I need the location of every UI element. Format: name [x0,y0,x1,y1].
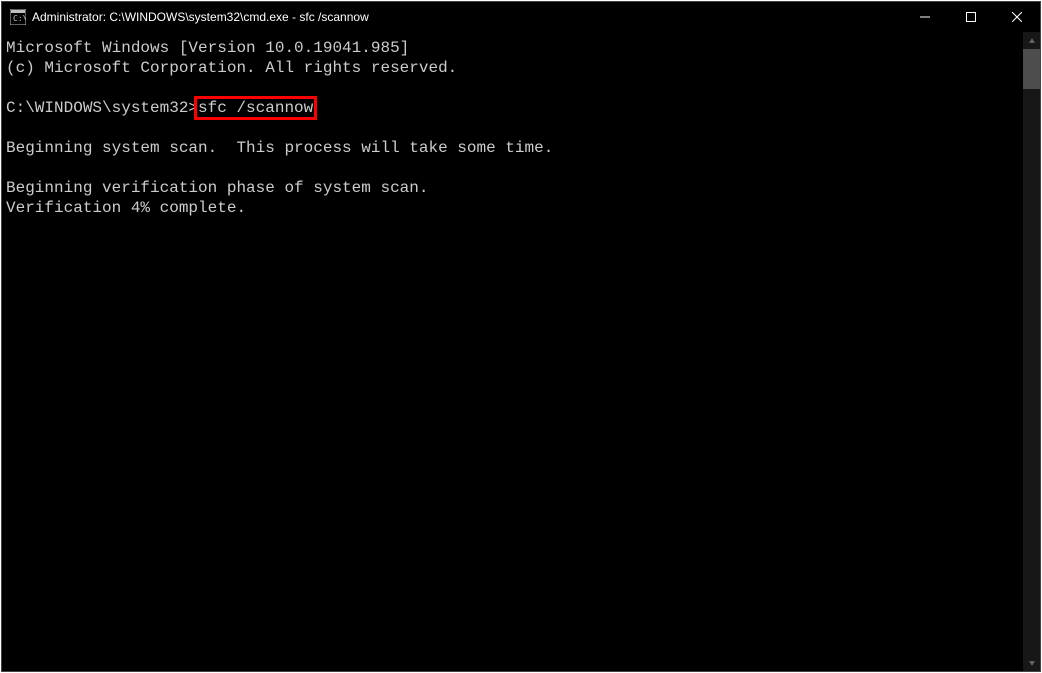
close-button[interactable] [994,2,1040,32]
highlighted-command: sfc /scannow [196,98,315,118]
terminal-line: Verification 4% complete. [6,198,1019,218]
maximize-button[interactable] [948,2,994,32]
terminal-blank [6,118,1019,138]
window-title: Administrator: C:\WINDOWS\system32\cmd.e… [32,10,902,24]
window-controls [902,2,1040,32]
terminal-output[interactable]: Microsoft Windows [Version 10.0.19041.98… [2,32,1023,671]
scroll-track[interactable] [1023,49,1040,654]
vertical-scrollbar[interactable] [1023,32,1040,671]
content-area: Microsoft Windows [Version 10.0.19041.98… [2,32,1040,671]
terminal-line: Beginning system scan. This process will… [6,138,1019,158]
terminal-line: Microsoft Windows [Version 10.0.19041.98… [6,38,1019,58]
terminal-line: Beginning verification phase of system s… [6,178,1019,198]
terminal-blank [6,78,1019,98]
scroll-thumb[interactable] [1023,49,1040,89]
svg-text:C:\: C:\ [13,14,26,23]
cmd-window: C:\ Administrator: C:\WINDOWS\system32\c… [1,1,1041,672]
prompt-prefix: C:\WINDOWS\system32> [6,99,198,117]
scroll-down-arrow-icon[interactable] [1023,654,1040,671]
terminal-blank [6,158,1019,178]
terminal-line: (c) Microsoft Corporation. All rights re… [6,58,1019,78]
minimize-button[interactable] [902,2,948,32]
terminal-prompt-line: C:\WINDOWS\system32>sfc /scannow [6,98,1019,118]
titlebar[interactable]: C:\ Administrator: C:\WINDOWS\system32\c… [2,2,1040,32]
scroll-up-arrow-icon[interactable] [1023,32,1040,49]
cmd-icon: C:\ [10,9,26,25]
